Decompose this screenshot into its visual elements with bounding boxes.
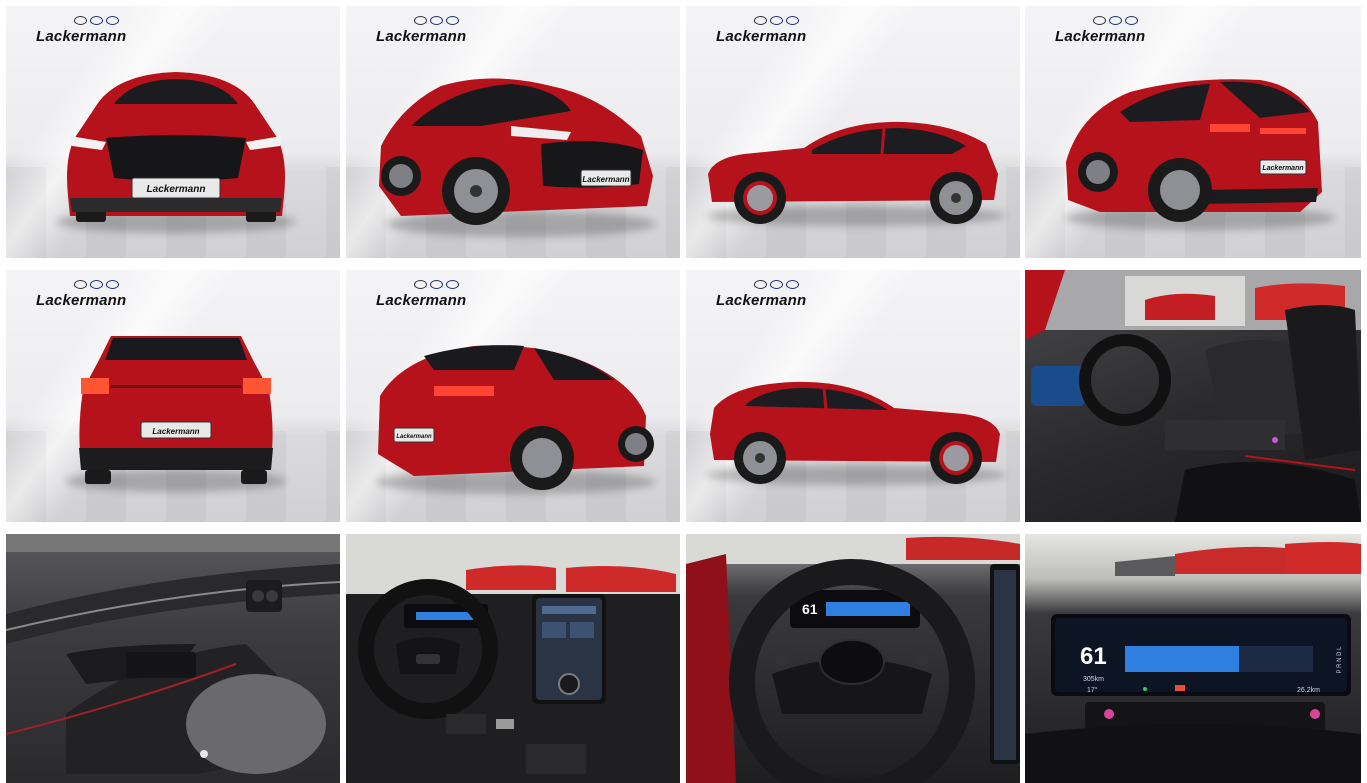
dealer-logo: Lackermann: [376, 280, 496, 312]
car-side-right-image: [710, 381, 1000, 484]
gallery-photo-side-left[interactable]: Lackermann: [686, 6, 1020, 258]
gallery-photo-steering-wheel[interactable]: 61: [686, 534, 1020, 783]
car-front-image: Lackermann: [67, 72, 285, 222]
gallery-photo-interior-seats[interactable]: [1025, 270, 1361, 522]
door-panel-image: [6, 534, 340, 774]
gallery-photo-instrument-cluster[interactable]: 61 305km P R N D L 17° 26.2km: [1025, 534, 1361, 783]
gallery-photo-side-right[interactable]: Lackermann: [686, 270, 1020, 522]
dealer-logo: Lackermann: [1055, 16, 1175, 48]
dealer-logo-text: Lackermann: [36, 28, 127, 45]
dealer-logo: Lackermann: [716, 280, 836, 312]
gallery-photo-rear-three-quarter[interactable]: Lackermann Lackermann: [1025, 6, 1361, 258]
photo-gallery-grid: Lackermann Lackermann Lackermann Lackerm…: [0, 0, 1367, 783]
steering-wheel-image: 61: [686, 534, 1020, 783]
car-side-image: [708, 121, 998, 224]
dealer-logo: Lackermann: [36, 16, 156, 48]
interior-seats-image: [1025, 270, 1361, 522]
dash-speed: 61: [1080, 643, 1107, 670]
dash-odo: 26.2km: [1297, 687, 1320, 694]
svg-text:Lackermann: Lackermann: [582, 175, 629, 184]
license-plate-text: Lackermann: [147, 184, 206, 195]
dash-speed-small: 61: [802, 601, 818, 617]
gallery-photo-door-panel[interactable]: [6, 534, 340, 783]
dealer-logo: Lackermann: [36, 280, 156, 312]
svg-text:Lackermann: Lackermann: [396, 434, 432, 440]
dealer-logo: Lackermann: [716, 16, 836, 48]
dash-temp: 17°: [1087, 686, 1098, 694]
dash-gears: P R N D L: [1337, 646, 1343, 674]
instrument-cluster-image: 61 305km P R N D L 17° 26.2km: [1025, 542, 1361, 783]
car-rear-three-quarter-image: Lackermann: [1066, 79, 1322, 222]
gallery-photo-front-three-quarter[interactable]: Lackermann Lackermann: [346, 6, 680, 258]
gallery-photo-dashboard[interactable]: [346, 534, 680, 783]
gallery-photo-front[interactable]: Lackermann Lackermann: [6, 6, 340, 258]
gallery-photo-rear-three-quarter-left[interactable]: Lackermann Lackermann: [346, 270, 680, 522]
car-three-quarter-image: Lackermann: [379, 78, 653, 225]
dealer-logo: Lackermann: [376, 16, 496, 48]
car-rear-three-quarter-left-image: Lackermann: [378, 345, 654, 490]
car-rear-image: Lackermann: [79, 336, 273, 484]
dashboard-image: [346, 534, 680, 783]
svg-text:Lackermann: Lackermann: [1262, 165, 1303, 172]
gallery-photo-rear[interactable]: Lackermann Lackermann: [6, 270, 340, 522]
svg-text:Lackermann: Lackermann: [152, 427, 199, 436]
dash-range: 305km: [1083, 676, 1104, 683]
